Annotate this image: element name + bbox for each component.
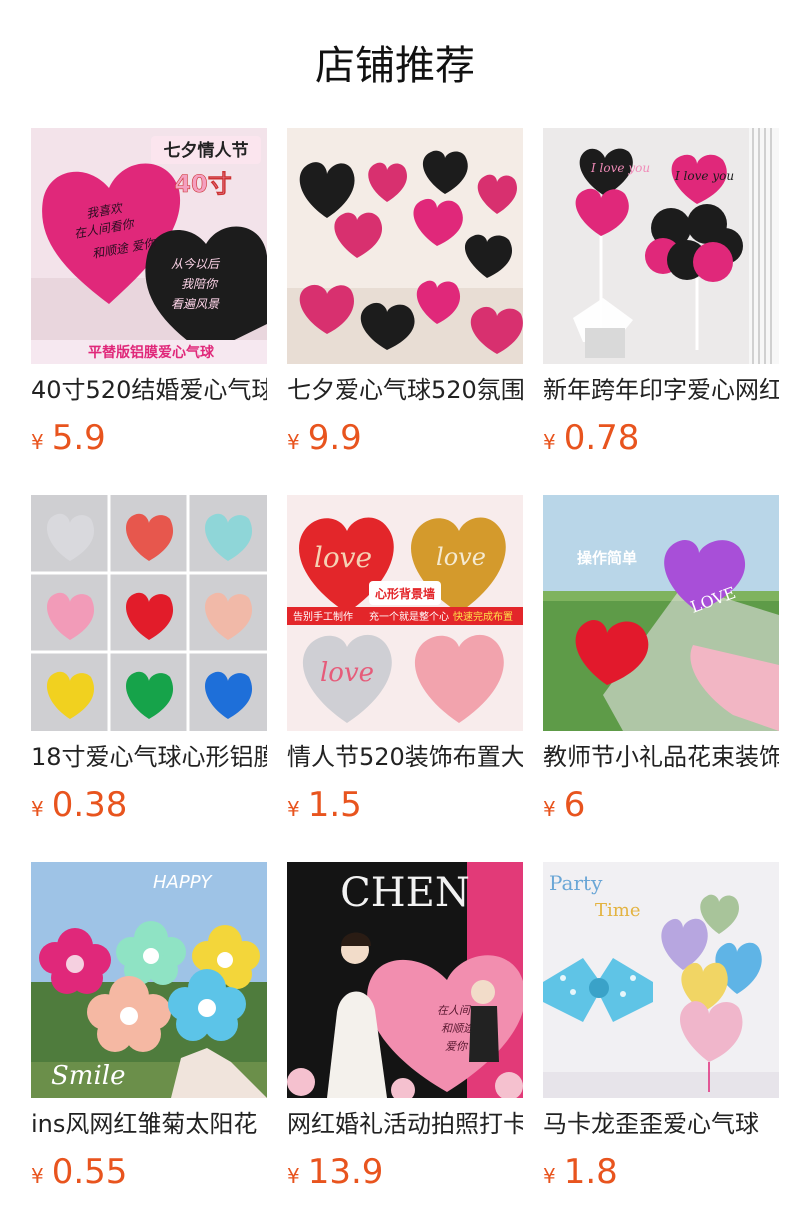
svg-text:Smile: Smile [51,1061,125,1091]
product-image[interactable]: CHEN 在人间 和顺途 爱你 [287,862,523,1098]
currency-symbol: ¥ [287,797,300,821]
price-value: 1.5 [307,785,362,825]
product-card[interactable]: 七夕情人节 40寸 我喜欢 在人间看你 和顺途 爱你 从今以后 我陪你 看遍风景… [31,128,267,468]
currency-symbol: ¥ [31,430,44,454]
currency-symbol: ¥ [31,1164,44,1188]
product-price: ¥5.9 [31,416,106,460]
product-price: ¥0.38 [31,783,127,827]
price-value: 0.78 [563,418,640,458]
product-image[interactable]: I love you I love you [543,128,779,364]
product-image[interactable]: love love 心形背景墙 告别手工制作 充一个就是整个心 快速完成布置 l… [287,495,523,731]
svg-text:快速完成布置: 快速完成布置 [453,610,513,623]
product-name[interactable]: 教师节小礼品花束装饰 [543,739,779,775]
product-price: ¥9.9 [287,416,362,460]
product-price: ¥13.9 [287,1150,383,1194]
product-image[interactable]: HAPPY Smile [31,862,267,1098]
product-image[interactable] [287,128,523,364]
svg-text:love: love [320,658,374,688]
product-name[interactable]: 马卡龙歪歪爱心气球 [543,1106,779,1142]
product-image[interactable]: Party Time [543,862,779,1098]
product-price: ¥0.78 [543,416,639,460]
product-card[interactable]: love love 心形背景墙 告别手工制作 充一个就是整个心 快速完成布置 l… [287,495,523,835]
svg-text:love: love [314,541,372,574]
product-image[interactable] [31,495,267,731]
price-value: 13.9 [307,1152,384,1192]
product-name[interactable]: ins风网红雏菊太阳花 [31,1106,267,1142]
badge-text: 七夕情人节 [164,140,249,161]
product-price: ¥1.5 [287,783,362,827]
svg-text:平替版铝膜爱心气球: 平替版铝膜爱心气球 [88,344,215,361]
product-name[interactable]: 18寸爱心气球心形铝膜 [31,739,267,775]
price-value: 9.9 [307,418,362,458]
price-value: 0.55 [51,1152,128,1192]
svg-text:从今以后: 从今以后 [171,257,221,271]
price-value: 0.38 [51,785,128,825]
product-name[interactable]: 情人节520装饰布置大 [287,739,523,775]
currency-symbol: ¥ [287,1164,300,1188]
svg-text:40寸: 40寸 [174,170,231,198]
product-card[interactable]: 操作简单 LOVE 教师节小礼品花束装饰 ¥6 [543,495,779,835]
product-price: ¥0.55 [31,1150,127,1194]
product-name[interactable]: 新年跨年印字爱心网红 [543,372,779,408]
currency-symbol: ¥ [287,430,300,454]
svg-text:I love you: I love you [590,161,650,175]
product-price: ¥6 [543,783,585,827]
svg-text:love: love [436,543,486,571]
svg-text:HAPPY: HAPPY [153,872,214,893]
svg-text:心形背景墙: 心形背景墙 [375,586,435,601]
currency-symbol: ¥ [543,1164,556,1188]
svg-text:看遍风景: 看遍风景 [171,297,220,311]
price-value: 5.9 [51,418,106,458]
svg-text:我陪你: 我陪你 [181,277,219,291]
currency-symbol: ¥ [543,430,556,454]
svg-text:爱你: 爱你 [445,1040,469,1053]
product-image[interactable]: 七夕情人节 40寸 我喜欢 在人间看你 和顺途 爱你 从今以后 我陪你 看遍风景… [31,128,267,364]
product-card[interactable]: 18寸爱心气球心形铝膜 ¥0.38 [31,495,267,835]
currency-symbol: ¥ [543,797,556,821]
section-title: 店铺推荐 [315,43,475,89]
product-name[interactable]: 网红婚礼活动拍照打卡 [287,1106,523,1142]
price-value: 1.8 [563,1152,618,1192]
product-card[interactable]: Party Time 马卡龙歪歪爱心气球 ¥1.8 [543,862,779,1202]
product-card[interactable]: 七夕爱心气球520氛围 ¥9.9 [287,128,523,468]
product-card[interactable]: HAPPY Smile ins风网红雏菊太阳花 ¥0.55 [31,862,267,1202]
product-name[interactable]: 40寸520结婚爱心气球 [31,372,267,408]
svg-text:告别手工制作: 告别手工制作 [293,610,353,623]
svg-text:在人间: 在人间 [437,1004,472,1017]
price-value: 6 [563,785,586,825]
product-card[interactable]: CHEN 在人间 和顺途 爱你 网红婚礼活动拍照打卡 ¥13.9 [287,862,523,1202]
svg-text:操作简单: 操作简单 [577,549,637,567]
product-image[interactable]: 操作简单 LOVE [543,495,779,731]
product-name[interactable]: 七夕爱心气球520氛围 [287,372,523,408]
svg-text:Party: Party [549,871,603,895]
svg-text:CHEN: CHEN [340,870,470,916]
product-card[interactable]: I love you I love you 新年跨年印字爱心网红 ¥0.78 [543,128,779,468]
svg-text:I love you: I love you [674,169,734,183]
currency-symbol: ¥ [31,797,44,821]
svg-text:Time: Time [595,900,640,921]
svg-text:充一个就是整个心: 充一个就是整个心 [369,610,449,623]
product-price: ¥1.8 [543,1150,618,1194]
